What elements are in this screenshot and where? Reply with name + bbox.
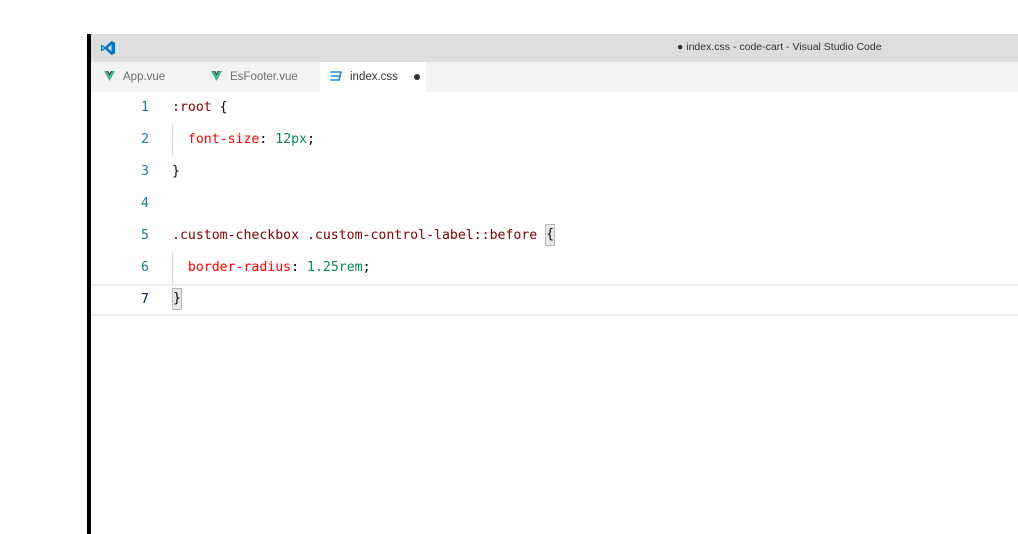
code-text: .custom-checkbox .custom-control-label::…	[172, 220, 556, 252]
code-token: ;	[307, 132, 315, 147]
line-number: 4	[141, 196, 149, 211]
code-line[interactable]: 1 :root {	[91, 92, 1018, 124]
code-text: border-radius: 1.25rem;	[172, 252, 371, 284]
line-number: 1	[141, 100, 149, 115]
line-number: 6	[141, 260, 149, 275]
code-line[interactable]: 6 border-radius: 1.25rem;	[91, 252, 1018, 284]
vue-icon	[211, 70, 222, 84]
code-token: 1.25rem	[307, 260, 363, 275]
code-token: {	[219, 100, 228, 115]
code-token: ;	[362, 260, 371, 275]
code-token: .custom-checkbox .custom-control-label::…	[172, 228, 546, 243]
code-line[interactable]: 5 .custom-checkbox .custom-control-label:…	[91, 220, 1018, 252]
code-line[interactable]: 3}	[91, 156, 1018, 188]
line-number: 5	[141, 228, 149, 243]
title-bar: ● index.css - code-cart - Visual Studio …	[91, 34, 1018, 62]
vscode-logo-icon[interactable]	[100, 40, 116, 56]
code-text: font-size: 12px;	[172, 124, 315, 156]
matched-bracket: }	[172, 288, 182, 310]
code-text: }	[172, 286, 182, 314]
tab-bar: App.vue EsFooter.vue index.css	[91, 62, 1018, 92]
unsaved-dot-icon[interactable]	[413, 74, 420, 80]
code-token: 12px	[275, 132, 308, 147]
code-text: :root {	[172, 92, 228, 124]
css-icon	[330, 70, 342, 84]
code-token: :root	[172, 100, 220, 115]
code-line[interactable]: 7}	[91, 284, 1018, 316]
line-number: 3	[141, 164, 149, 179]
tab-esfooter-vue[interactable]: EsFooter.vue	[203, 62, 321, 92]
code-text: }	[172, 156, 180, 188]
code-token: :	[291, 260, 307, 275]
tab-label: App.vue	[123, 71, 166, 83]
line-number: 2	[141, 132, 149, 147]
code-line[interactable]: 2 font-size: 12px;	[91, 124, 1018, 156]
code-token: :	[259, 132, 276, 147]
vscode-window: ● index.css - code-cart - Visual Studio …	[91, 34, 1018, 534]
code-editor[interactable]: 1:root {2 font-size: 12px; 3} 4 5 .custom-ch…	[91, 92, 1018, 534]
code-token: }	[172, 164, 180, 179]
tab-index-css[interactable]: index.css	[320, 62, 426, 92]
code-token: border-radius	[187, 260, 292, 275]
code-line[interactable]: 4	[91, 188, 1018, 220]
tab-label: index.css	[350, 71, 398, 83]
vue-icon	[104, 70, 115, 84]
window-title: ● index.css - code-cart - Visual Studio …	[677, 41, 882, 53]
code-token: font-size	[187, 132, 260, 147]
matched-bracket: {	[545, 224, 556, 246]
tab-label: EsFooter.vue	[230, 71, 298, 83]
line-number: 7	[141, 292, 149, 307]
tab-app-vue[interactable]: App.vue	[97, 62, 215, 92]
